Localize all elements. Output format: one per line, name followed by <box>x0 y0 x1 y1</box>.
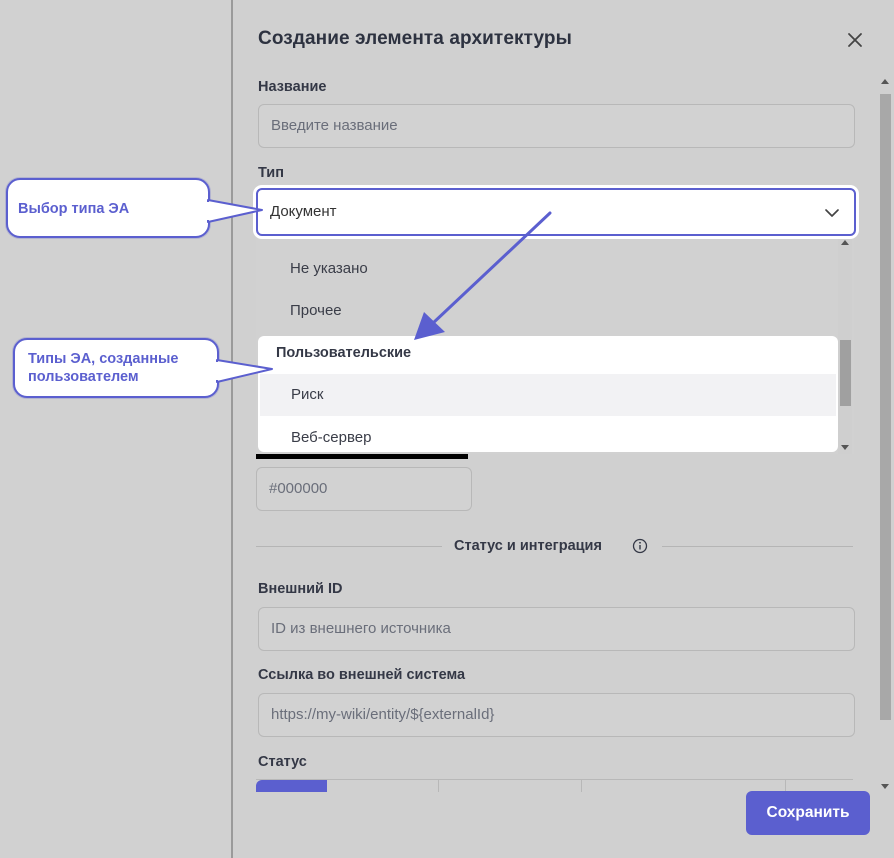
page-backdrop[interactable] <box>0 0 232 858</box>
type-select[interactable]: Документ <box>256 188 856 236</box>
color-hex-value: #000000 <box>269 480 328 497</box>
name-label: Название <box>258 79 327 95</box>
dropdown-item-web-server[interactable]: Веб-сервер <box>260 416 836 450</box>
dropdown-scroll-thumb[interactable] <box>840 340 851 406</box>
name-placeholder: Введите название <box>271 117 398 134</box>
dropdown-item[interactable]: Не указано <box>290 260 368 277</box>
chevron-down-icon[interactable] <box>824 205 840 221</box>
external-id-input[interactable]: ID из внешнего источника <box>258 607 855 651</box>
dropdown-item-risk[interactable]: Риск <box>260 374 836 416</box>
external-link-label: Ссылка во внешней система <box>258 667 466 683</box>
scroll-up-icon[interactable] <box>841 240 849 245</box>
callout-user-types: Типы ЭА, созданные пользователем <box>13 338 219 398</box>
scroll-thumb[interactable] <box>880 94 891 720</box>
modal-scrollbar[interactable] <box>878 76 892 792</box>
info-icon[interactable] <box>632 538 648 554</box>
type-select-value: Документ <box>270 203 337 220</box>
user-types-group: Пользовательские Риск Веб-сервер <box>260 338 836 450</box>
external-id-placeholder: ID из внешнего источника <box>271 620 451 637</box>
name-input[interactable]: Введите название <box>258 104 855 148</box>
external-link-placeholder: https://my-wiki/entity/${externalId} <box>271 706 495 723</box>
dropdown-item-label: Риск <box>291 386 324 403</box>
color-swatch[interactable] <box>256 454 468 459</box>
save-button[interactable]: Сохранить <box>746 791 870 835</box>
dropdown-item[interactable]: Прочее <box>290 302 342 319</box>
dropdown-scrollbar[interactable] <box>838 236 852 454</box>
external-id-label: Внешний ID <box>258 581 343 597</box>
status-label: Статус <box>258 754 307 770</box>
scroll-up-icon[interactable] <box>881 79 889 84</box>
close-icon[interactable] <box>843 28 867 52</box>
section-title-status-integration: Статус и интеграция <box>454 538 602 554</box>
scroll-down-icon[interactable] <box>881 784 889 789</box>
external-link-input[interactable]: https://my-wiki/entity/${externalId} <box>258 693 855 737</box>
divider-left <box>256 546 442 547</box>
callout-type-selection: Выбор типа ЭА <box>6 178 210 238</box>
scroll-down-icon[interactable] <box>841 445 849 450</box>
modal-title: Создание элемента архитектуры <box>258 28 572 49</box>
divider-right <box>662 546 853 547</box>
dropdown-item-label: Веб-сервер <box>291 429 372 446</box>
color-hex-input[interactable]: #000000 <box>256 467 472 511</box>
type-label: Тип <box>258 165 284 181</box>
group-title-user-types: Пользовательские <box>276 345 412 361</box>
